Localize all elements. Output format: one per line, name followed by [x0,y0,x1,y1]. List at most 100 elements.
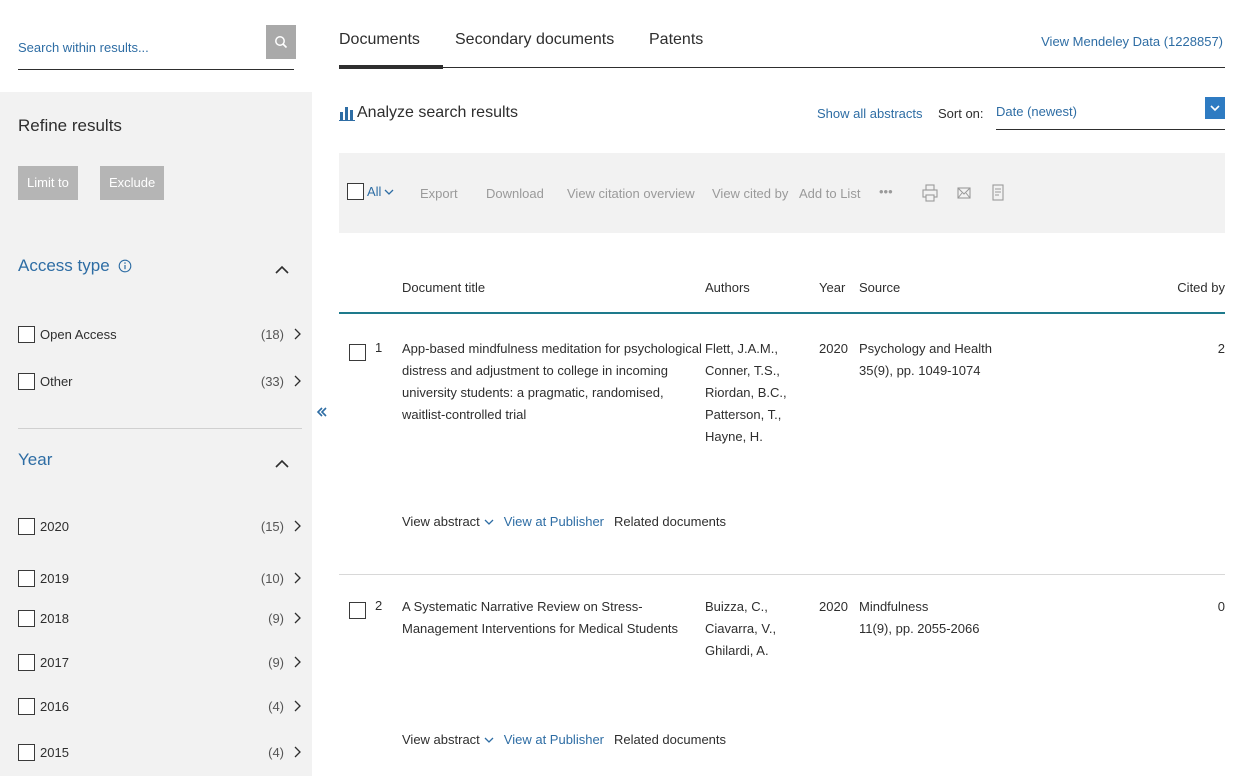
chevron-right-icon[interactable] [292,571,302,585]
refine-sidebar: Refine results Limit to Exclude Access t… [0,0,312,776]
document-authors: Flett, J.A.M., Conner, T.S., Riordan, B.… [705,338,815,448]
sort-dropdown-button[interactable] [1205,97,1225,119]
source-title-link[interactable]: Mindfulness [859,596,1119,618]
collapse-sidebar-icon[interactable] [315,405,329,419]
email-icon[interactable] [956,184,972,202]
view-at-publisher-link[interactable]: View at Publisher [504,514,604,529]
view-cited-by-button[interactable]: View cited by [712,186,788,201]
facet-option-label: Open Access [40,326,117,342]
select-all-checkbox[interactable] [347,183,364,200]
author-link[interactable]: Ciavarra, V., [705,618,815,640]
document-title-link[interactable]: A Systematic Narrative Review on Stress-… [402,596,702,640]
facet-option-count: (18) [260,326,284,342]
chevron-right-icon[interactable] [292,745,302,759]
source-title-link[interactable]: Psychology and Health [859,338,1119,360]
search-button[interactable] [266,25,296,59]
add-to-list-button[interactable]: Add to List [799,186,860,201]
info-icon[interactable] [118,259,132,273]
collapse-access-chevron-icon[interactable] [274,262,290,278]
year-2015-checkbox[interactable] [18,743,35,761]
print-icon[interactable] [922,184,938,202]
facet-option-other[interactable]: Other (33) [18,369,302,393]
tab-patents[interactable]: Patents [649,31,703,49]
sort-selected-value: Date (newest) [996,104,1077,119]
author-link[interactable]: Patterson, T., [705,404,815,426]
more-options-button[interactable]: ••• [879,184,893,199]
column-year[interactable]: Year [819,280,845,295]
view-abstract-link[interactable]: View abstract [402,732,494,747]
year-2020-checkbox[interactable] [18,517,35,535]
other-checkbox[interactable] [18,372,35,390]
related-documents-link[interactable]: Related documents [614,514,726,529]
select-all-label: All [367,184,382,199]
facet-option-year-2017[interactable]: 2017 (9) [18,650,302,674]
active-tab-indicator [339,65,443,69]
tab-secondary-documents[interactable]: Secondary documents [455,31,614,49]
author-link[interactable]: Buizza, C., [705,596,815,618]
select-all-control[interactable]: All [347,183,394,200]
view-citation-overview-button[interactable]: View citation overview [567,186,695,201]
facet-option-label: 2016 [40,698,69,714]
sort-select[interactable]: Date (newest) [996,96,1225,130]
document-source: Psychology and Health 35(9), pp. 1049-10… [859,338,1119,382]
author-link[interactable]: Conner, T.S., [705,360,815,382]
export-button[interactable]: Export [420,186,458,201]
facet-option-year-2015[interactable]: 2015 (4) [18,740,302,764]
chevron-right-icon[interactable] [292,699,302,713]
chevron-right-icon[interactable] [292,374,302,388]
chevron-right-icon[interactable] [292,611,302,625]
author-link[interactable]: Riordan, B.C., [705,382,815,404]
column-document-title[interactable]: Document title [402,280,485,295]
facet-option-label: 2015 [40,744,69,760]
year-2019-checkbox[interactable] [18,569,35,587]
author-link[interactable]: Flett, J.A.M., [705,338,815,360]
document-title-link[interactable]: App-based mindfulness meditation for psy… [402,338,702,426]
facet-option-label: 2018 [40,610,69,626]
chevron-down-icon [484,519,494,525]
view-at-publisher-link[interactable]: View at Publisher [504,732,604,747]
chevron-down-icon [1210,105,1220,112]
facet-option-count: (15) [260,518,284,534]
author-link[interactable]: Hayne, H. [705,426,815,448]
chevron-right-icon[interactable] [292,655,302,669]
download-button[interactable]: Download [486,186,544,201]
result-tabs: Documents Secondary documents Patents Vi… [339,28,1225,69]
facet-option-year-2020[interactable]: 2020 (15) [18,514,302,538]
column-authors[interactable]: Authors [705,280,750,295]
cited-by-count[interactable]: 0 [1218,596,1225,618]
show-all-abstracts-link[interactable]: Show all abstracts [817,106,923,121]
search-within-input[interactable] [18,26,294,70]
chevron-right-icon[interactable] [292,519,302,533]
access-type-heading: Access type [18,256,132,276]
exclude-button[interactable]: Exclude [100,166,165,200]
facet-option-count: (9) [268,610,284,626]
tab-documents[interactable]: Documents [339,31,420,49]
facet-option-count: (4) [268,698,284,714]
row-checkbox[interactable] [349,602,366,619]
refine-results-heading: Refine results [18,116,122,135]
view-abstract-link[interactable]: View abstract [402,514,494,529]
open-access-checkbox[interactable] [18,325,35,343]
limit-to-button[interactable]: Limit to [18,166,78,200]
column-source[interactable]: Source [859,280,900,295]
facet-option-year-2018[interactable]: 2018 (9) [18,606,302,630]
year-2016-checkbox[interactable] [18,697,35,715]
facet-option-year-2019[interactable]: 2019 (10) [18,566,302,590]
cited-by-count[interactable]: 2 [1218,338,1225,360]
analyze-search-results-link[interactable]: Analyze search results [339,104,518,122]
facet-option-label: 2019 [40,570,69,586]
chevron-down-icon[interactable] [384,187,394,197]
facet-option-open-access[interactable]: Open Access (18) [18,322,302,346]
column-cited-by[interactable]: Cited by [1177,280,1225,295]
bibliography-icon[interactable] [990,184,1006,202]
row-checkbox[interactable] [349,344,366,361]
collapse-year-chevron-icon[interactable] [274,456,290,472]
author-link[interactable]: Ghilardi, A. [705,640,815,662]
year-2018-checkbox[interactable] [18,609,35,627]
facet-option-year-2016[interactable]: 2016 (4) [18,694,302,718]
mendeley-data-link[interactable]: View Mendeley Data (1228857) [1041,34,1223,49]
row-actions: View abstract View at Publisher Related … [402,514,726,529]
related-documents-link[interactable]: Related documents [614,732,726,747]
chevron-right-icon[interactable] [292,327,302,341]
year-2017-checkbox[interactable] [18,653,35,671]
